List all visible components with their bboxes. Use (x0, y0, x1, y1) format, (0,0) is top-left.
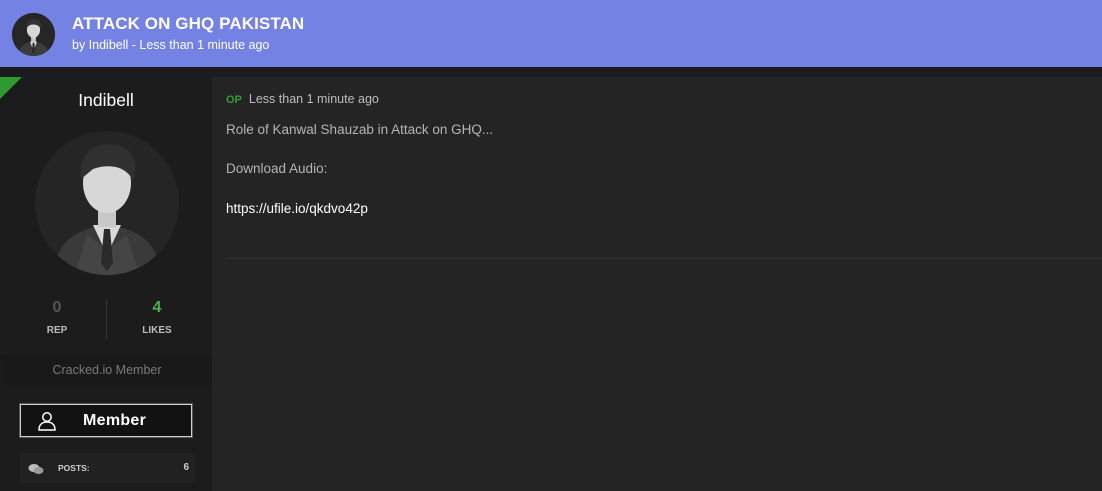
post-text-line: Role of Kanwal Shauzab in Attack on GHQ.… (226, 122, 494, 137)
likes-stat[interactable]: 4 LIKES (104, 299, 210, 336)
post-body: OP Less than 1 minute ago Role of Kanwal … (212, 77, 1102, 491)
author-avatar-small[interactable] (12, 13, 55, 56)
thread-header: ATTACK ON GHQ PAKISTAN by Indibell - Les… (0, 0, 1102, 67)
download-link[interactable]: https://ufile.io/qkdvo42p (226, 201, 368, 216)
likes-value: 4 (152, 299, 162, 316)
post-meta: OP Less than 1 minute ago (226, 92, 379, 106)
post-timestamp[interactable]: Less than 1 minute ago (249, 92, 379, 106)
author-avatar[interactable] (35, 131, 179, 275)
user-suit-avatar-icon (12, 13, 55, 56)
user-suit-avatar-icon (35, 131, 179, 275)
header-divider (0, 67, 1102, 77)
op-tag: OP (226, 94, 242, 106)
rep-stat[interactable]: 0 REP (4, 299, 110, 336)
thread-byline: by Indibell - Less than 1 minute ago (72, 38, 270, 52)
thread-title: ATTACK ON GHQ PAKISTAN (72, 14, 305, 33)
post-text-line: Download Audio: (226, 161, 328, 176)
author-username[interactable]: Indibell (0, 90, 212, 111)
member-badge: Member (19, 403, 193, 438)
chat-bubbles-icon (28, 462, 44, 480)
posts-value: 6 (183, 462, 189, 473)
author-sidebar: Indibell 0 REP 4 LIKES Cracked.io Member… (0, 77, 212, 491)
post-separator (226, 258, 1102, 259)
user-outline-icon (37, 411, 57, 436)
posts-stat: POSTS: 6 (20, 453, 195, 483)
likes-label: LIKES (142, 325, 172, 336)
posts-label: POSTS: (58, 463, 90, 473)
member-badge-label: Member (83, 412, 147, 429)
member-title: Cracked.io Member (2, 355, 212, 385)
rep-value: 0 (52, 299, 62, 316)
rep-label: REP (46, 325, 68, 336)
